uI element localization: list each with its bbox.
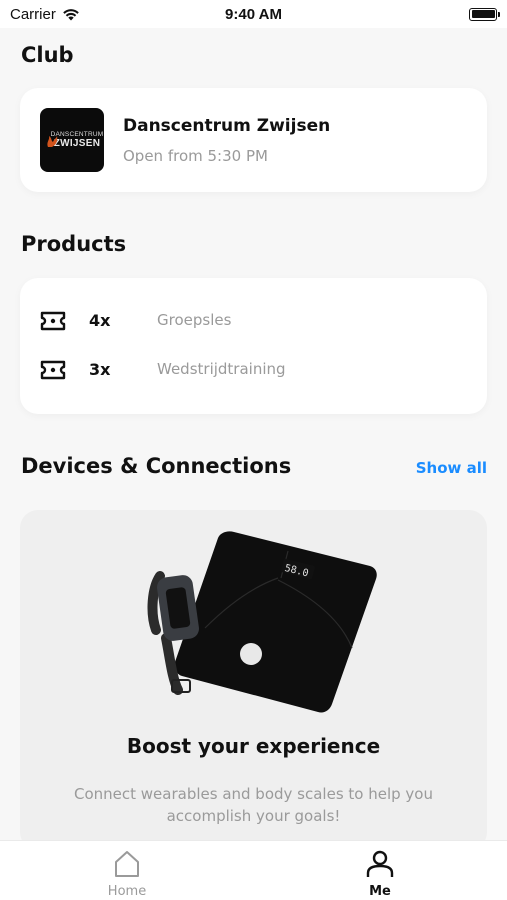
club-name: Danscentrum Zwijsen	[123, 116, 331, 136]
tab-home-label: Home	[107, 884, 147, 899]
promo-description: Connect wearables and body scales to hel…	[73, 785, 433, 825]
status-left: Carrier	[10, 6, 80, 23]
products-heading: Products	[21, 232, 127, 256]
wearable-and-scale-illustration: 58.0	[147, 531, 377, 713]
club-opening-status: Open from 5:30 PM	[123, 147, 268, 165]
status-bar: Carrier 9:40 AM	[0, 0, 507, 28]
product-quantity: 3x	[89, 360, 111, 379]
show-all-link[interactable]: Show all	[416, 459, 487, 477]
ticket-icon	[40, 311, 66, 331]
product-quantity: 4x	[89, 311, 111, 330]
wifi-icon	[63, 8, 79, 20]
product-name: Groepsles	[157, 311, 232, 329]
product-item[interactable]: 4x Groepsles	[40, 308, 460, 334]
profile-content[interactable]: Club DANSCENTRUM ZWIJSEN Danscentrum Zwi…	[0, 28, 507, 840]
body-scale-image: 58.0	[174, 531, 377, 713]
home-icon	[115, 851, 139, 877]
ticket-icon	[40, 360, 66, 380]
devices-heading: Devices & Connections	[21, 454, 292, 478]
battery-icon	[469, 7, 500, 21]
tab-home[interactable]: Home	[77, 847, 177, 900]
club-heading: Club	[21, 43, 74, 67]
status-time: 9:40 AM	[225, 5, 282, 23]
dancer-logo-icon	[47, 136, 58, 147]
product-item[interactable]: 3x Wedstrijdtraining	[40, 357, 460, 383]
club-logo: DANSCENTRUM ZWIJSEN	[40, 108, 104, 172]
product-name: Wedstrijdtraining	[157, 360, 286, 378]
products-card[interactable]: 4x Groepsles 3x Wedstrijdtraining	[20, 278, 487, 414]
carrier-label: Carrier	[10, 5, 56, 23]
tab-me[interactable]: Me	[330, 847, 430, 900]
tab-me-label: Me	[369, 884, 391, 899]
tab-bar: Home Me	[0, 840, 507, 900]
promo-title: Boost your experience	[126, 734, 381, 758]
devices-promo-card[interactable]: 58.0 Boost your experience Connect weara…	[20, 510, 487, 840]
club-card[interactable]: DANSCENTRUM ZWIJSEN Danscentrum Zwijsen …	[20, 88, 487, 192]
person-icon	[366, 850, 394, 877]
